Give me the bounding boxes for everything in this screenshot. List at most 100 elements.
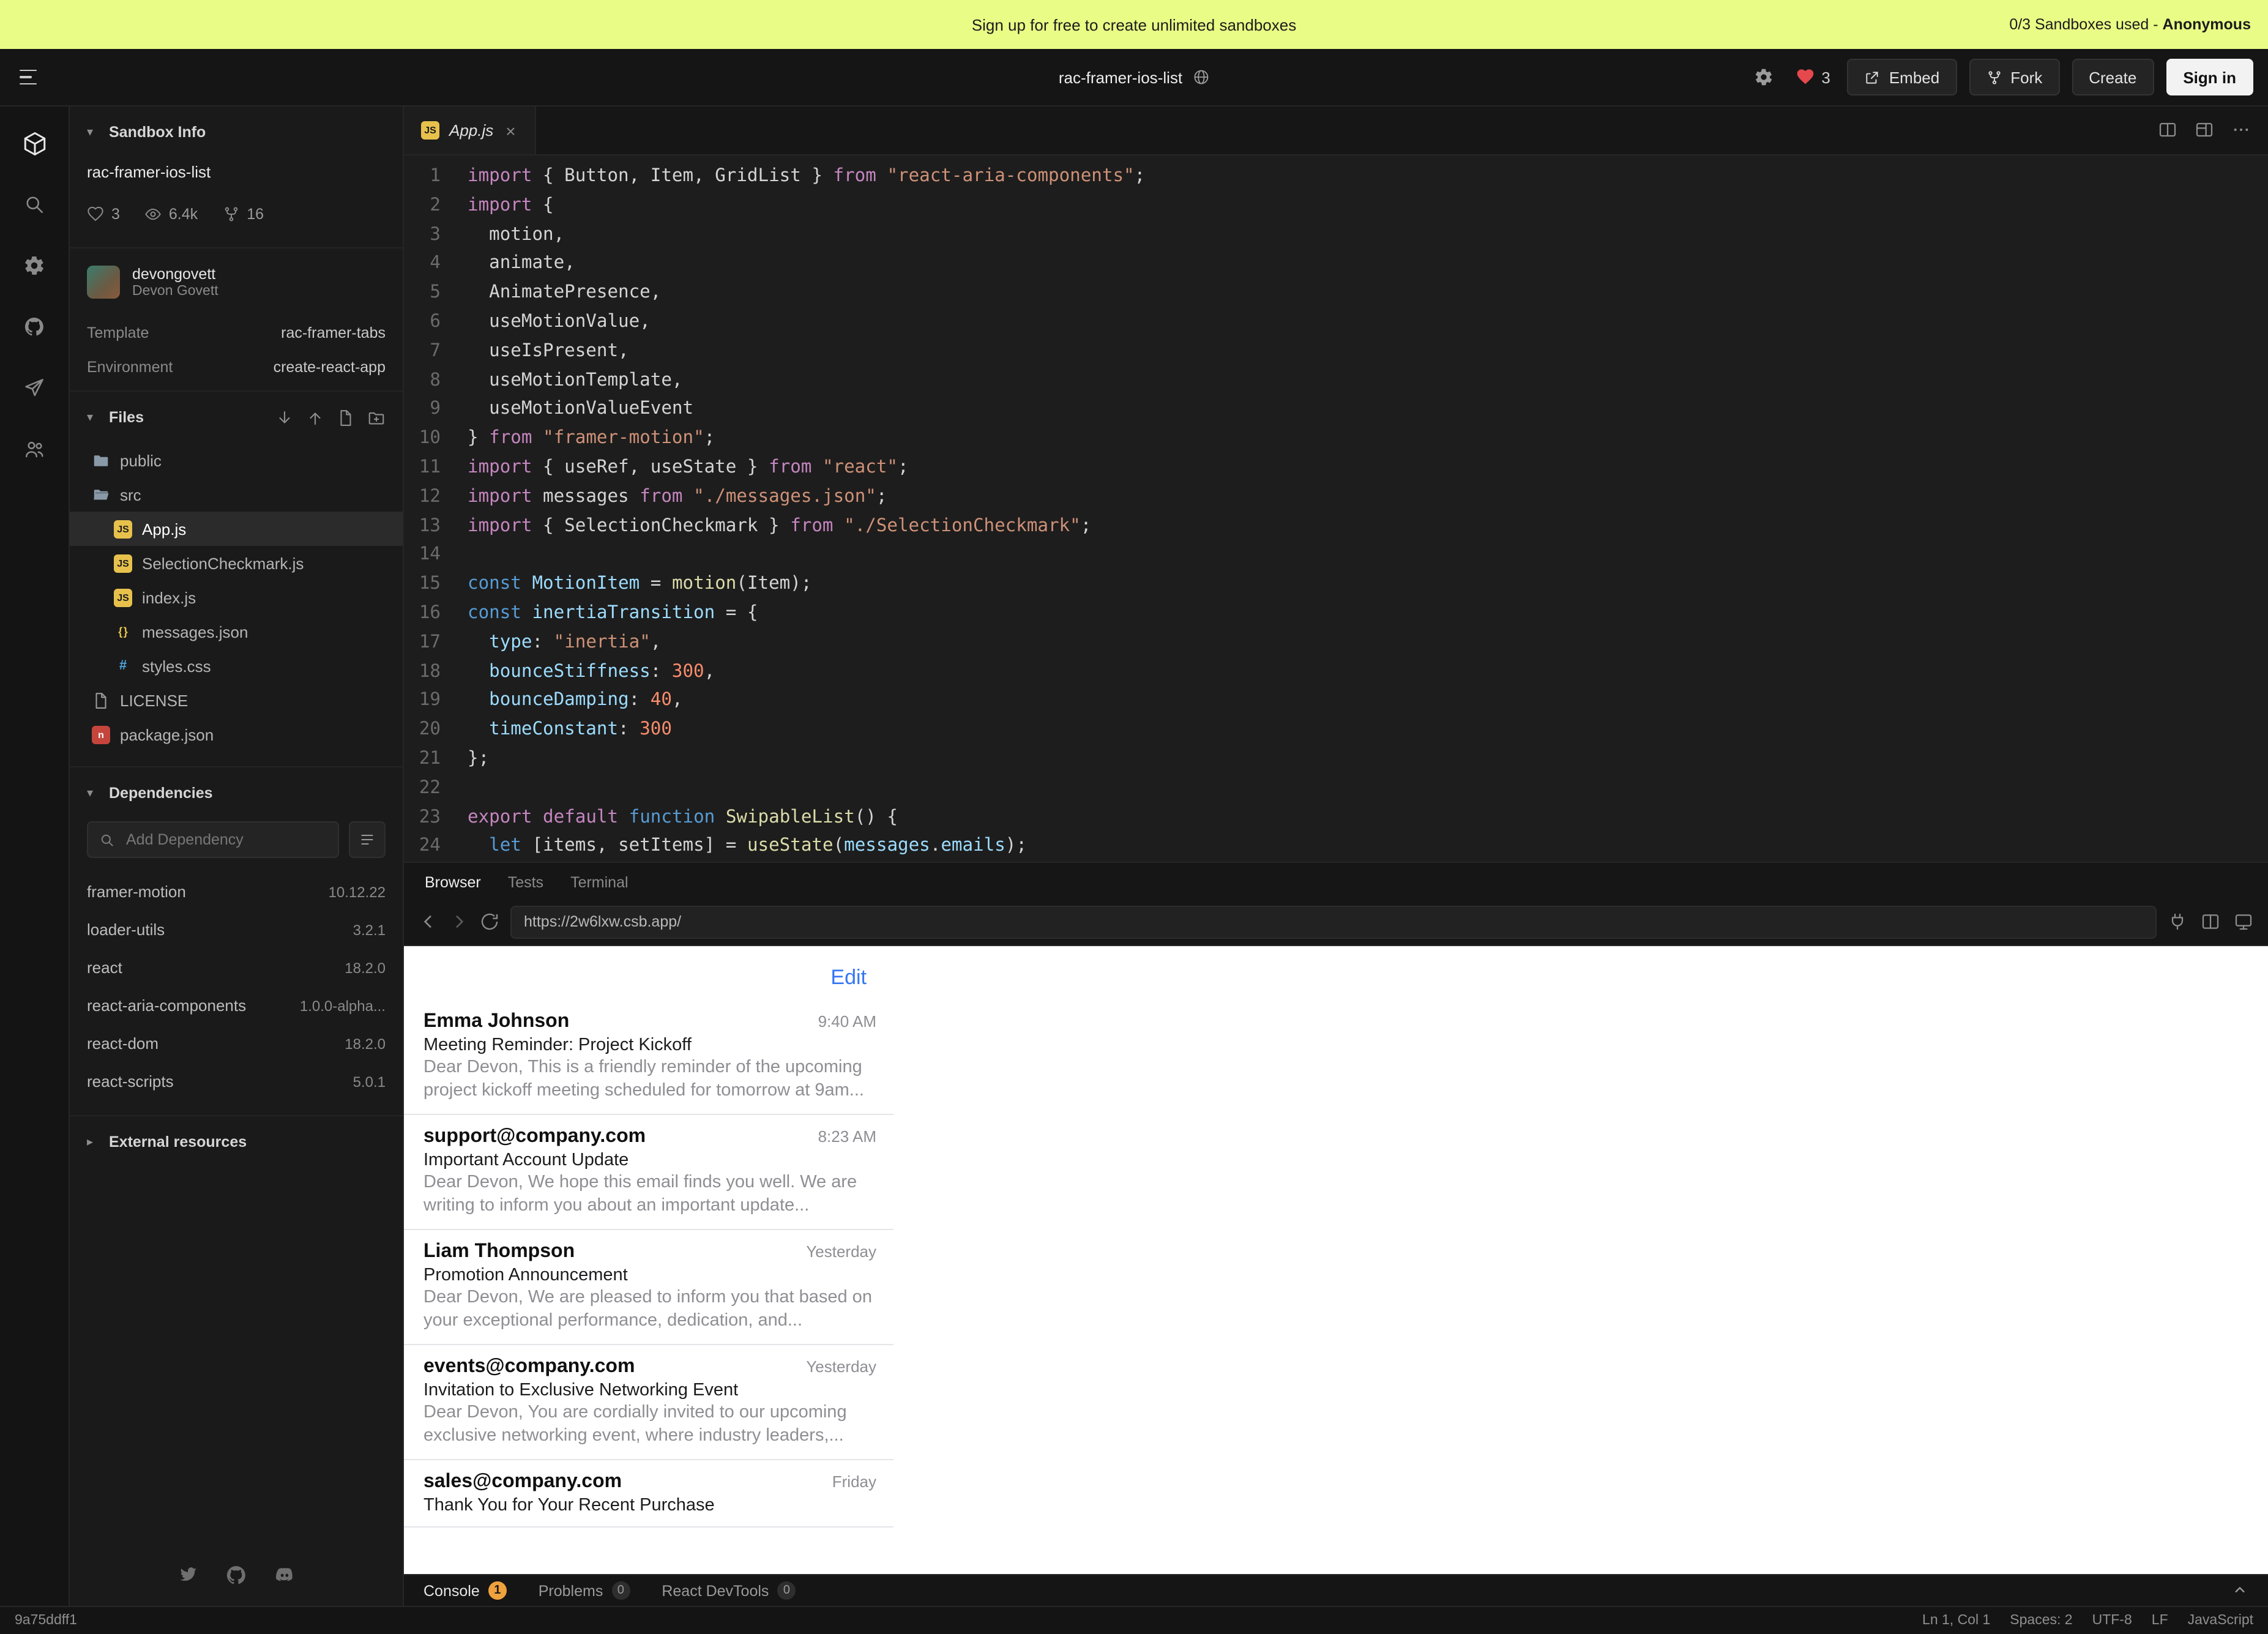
refresh-icon[interactable]: [480, 912, 499, 931]
split-editor-icon[interactable]: [2158, 119, 2177, 141]
dependency-react-scripts[interactable]: react-scripts 5.0.1: [70, 1062, 403, 1100]
split-view-icon[interactable]: [2201, 911, 2220, 933]
settings-icon[interactable]: [20, 251, 49, 280]
forward-icon[interactable]: [449, 912, 469, 931]
download-icon[interactable]: [275, 408, 294, 427]
email-list-item[interactable]: sales@company.com Friday Thank You for You…: [404, 1460, 893, 1528]
dependency-react-dom[interactable]: react-dom 18.2.0: [70, 1024, 403, 1062]
embed-button[interactable]: Embed: [1847, 59, 1957, 95]
css-icon: #: [119, 658, 127, 673]
eol[interactable]: LF: [2152, 1613, 2168, 1628]
dependency-framer-motion[interactable]: framer-motion 10.12.22: [70, 873, 403, 911]
line-number: 14: [419, 543, 441, 565]
section-title: External resources: [109, 1133, 247, 1151]
file-item-license[interactable]: LICENSE: [70, 683, 403, 717]
email-list-item[interactable]: Liam Thompson Yesterday Promotion Announce…: [404, 1230, 893, 1345]
menu-icon[interactable]: [15, 64, 42, 90]
more-icon[interactable]: [2231, 119, 2251, 141]
email-subject: Meeting Reminder: Project Kickoff: [423, 1035, 692, 1055]
responsive-mode-icon[interactable]: [2234, 911, 2253, 933]
file-name: App.js: [142, 520, 187, 538]
preview-tab-browser[interactable]: Browser: [411, 867, 494, 898]
expand-console[interactable]: [2231, 1580, 2248, 1602]
preview-tab-terminal[interactable]: Terminal: [557, 867, 642, 898]
privacy-globe-icon[interactable]: [1192, 69, 1209, 86]
new-file-icon[interactable]: [337, 408, 355, 427]
new-folder-icon[interactable]: [367, 408, 386, 427]
banner-text[interactable]: Sign up for free to create unlimited san…: [972, 15, 1296, 34]
cursor-position[interactable]: Ln 1, Col 1: [1922, 1613, 1990, 1628]
encoding[interactable]: UTF-8: [2092, 1613, 2132, 1628]
preview-tab-tests[interactable]: Tests: [494, 867, 557, 898]
create-button[interactable]: Create: [2072, 59, 2154, 95]
file-item-package-json[interactable]: n package.json: [70, 717, 403, 752]
social-links: [70, 1564, 403, 1586]
dependency-loader-utils[interactable]: loader-utils 3.2.1: [70, 911, 403, 949]
react-devtools-tab[interactable]: React DevTools 0: [662, 1581, 796, 1600]
fork-icon: [1988, 70, 2000, 84]
preview-tabs: Browser Tests Terminal: [404, 862, 2268, 898]
sandbox-info-header[interactable]: ▾ Sandbox Info: [70, 106, 403, 158]
dependency-version: 5.0.1: [353, 1073, 386, 1090]
connect-icon[interactable]: [2168, 911, 2187, 933]
twitter-icon[interactable]: [177, 1564, 198, 1586]
discord-icon[interactable]: [274, 1564, 295, 1586]
deploy-icon[interactable]: [20, 373, 49, 403]
sandbox-logo-icon[interactable]: [20, 129, 49, 158]
line-number: 9: [430, 398, 441, 419]
email-list-item[interactable]: Emma Johnson 9:40 AM Meeting Reminder: Pro…: [404, 1000, 893, 1115]
file-item-public[interactable]: public: [70, 443, 403, 477]
files-header[interactable]: ▾ Files: [70, 392, 403, 443]
email-list-item[interactable]: support@company.com 8:23 AM Important Acco…: [404, 1115, 893, 1230]
team-icon[interactable]: [20, 435, 49, 464]
file-item-selectioncheckmark-js[interactable]: JS SelectionCheckmark.js: [70, 546, 403, 580]
line-number: 4: [430, 252, 441, 274]
dependency-version: 18.2.0: [345, 1035, 386, 1052]
file-item-app-js[interactable]: JS App.js: [70, 512, 403, 546]
like-button[interactable]: 3: [1791, 62, 1835, 92]
github-icon[interactable]: [20, 312, 49, 341]
dependency-react[interactable]: react 18.2.0: [70, 949, 403, 987]
back-icon[interactable]: [419, 912, 438, 931]
github-icon[interactable]: [225, 1564, 247, 1586]
banner-user: Anonymous: [2162, 16, 2251, 33]
url-input[interactable]: [510, 905, 2157, 938]
file-item-styles-css[interactable]: # styles.css: [70, 649, 403, 683]
preferences-gear-icon[interactable]: [1749, 62, 1778, 92]
close-icon[interactable]: ×: [503, 119, 518, 141]
console-tab[interactable]: Console 1: [423, 1581, 507, 1600]
fork-button[interactable]: Fork: [1969, 59, 2060, 95]
author-row[interactable]: devongovett Devon Govett: [70, 248, 403, 316]
promo-banner[interactable]: Sign up for free to create unlimited san…: [0, 0, 2268, 49]
browser-toolbar-icons: [2168, 911, 2253, 933]
code-line: 9 useMotionValueEvent: [404, 395, 2268, 424]
template-value[interactable]: rac-framer-tabs: [281, 324, 386, 341]
dependencies-header[interactable]: ▾ Dependencies: [70, 767, 403, 819]
indentation[interactable]: Spaces: 2: [2010, 1613, 2072, 1628]
environment-row: Environment create-react-app: [70, 350, 403, 390]
problems-tab[interactable]: Problems 0: [539, 1581, 630, 1600]
dependency-react-aria-components[interactable]: react-aria-components 1.0.0-alpha...: [70, 987, 403, 1024]
external-resources-header[interactable]: ▸ External resources: [70, 1116, 403, 1168]
tab-appjs[interactable]: JS App.js ×: [404, 106, 537, 154]
language-mode[interactable]: JavaScript: [2188, 1613, 2253, 1628]
dependency-name: react-dom: [87, 1034, 159, 1053]
file-item-index-js[interactable]: JS index.js: [70, 580, 403, 614]
add-dependency-input[interactable]: [124, 830, 327, 849]
environment-value[interactable]: create-react-app: [274, 359, 386, 376]
code-editor[interactable]: 1 import { Button, Item, GridList } from …: [404, 155, 2268, 862]
layout-icon[interactable]: [2195, 119, 2214, 141]
email-list-item[interactable]: events@company.com Yesterday Invitation to…: [404, 1345, 893, 1460]
code-text: timeConstant: 300: [489, 718, 672, 740]
dependency-list-icon[interactable]: [349, 821, 386, 858]
upload-icon[interactable]: [306, 408, 324, 427]
file-item-src[interactable]: src: [70, 477, 403, 512]
search-icon[interactable]: [20, 190, 49, 219]
code-text: export default function SwipableList() {: [468, 806, 898, 827]
files-section: ▾ Files public src JS App.js JS SelectionChec…: [70, 390, 403, 766]
code-line: 12 import messages from "./messages.json"…: [404, 482, 2268, 512]
file-item-messages-json[interactable]: { } messages.json: [70, 614, 403, 649]
edit-button[interactable]: Edit: [823, 964, 874, 991]
folder-icon: [92, 451, 110, 469]
sign-in-button[interactable]: Sign in: [2166, 59, 2253, 95]
